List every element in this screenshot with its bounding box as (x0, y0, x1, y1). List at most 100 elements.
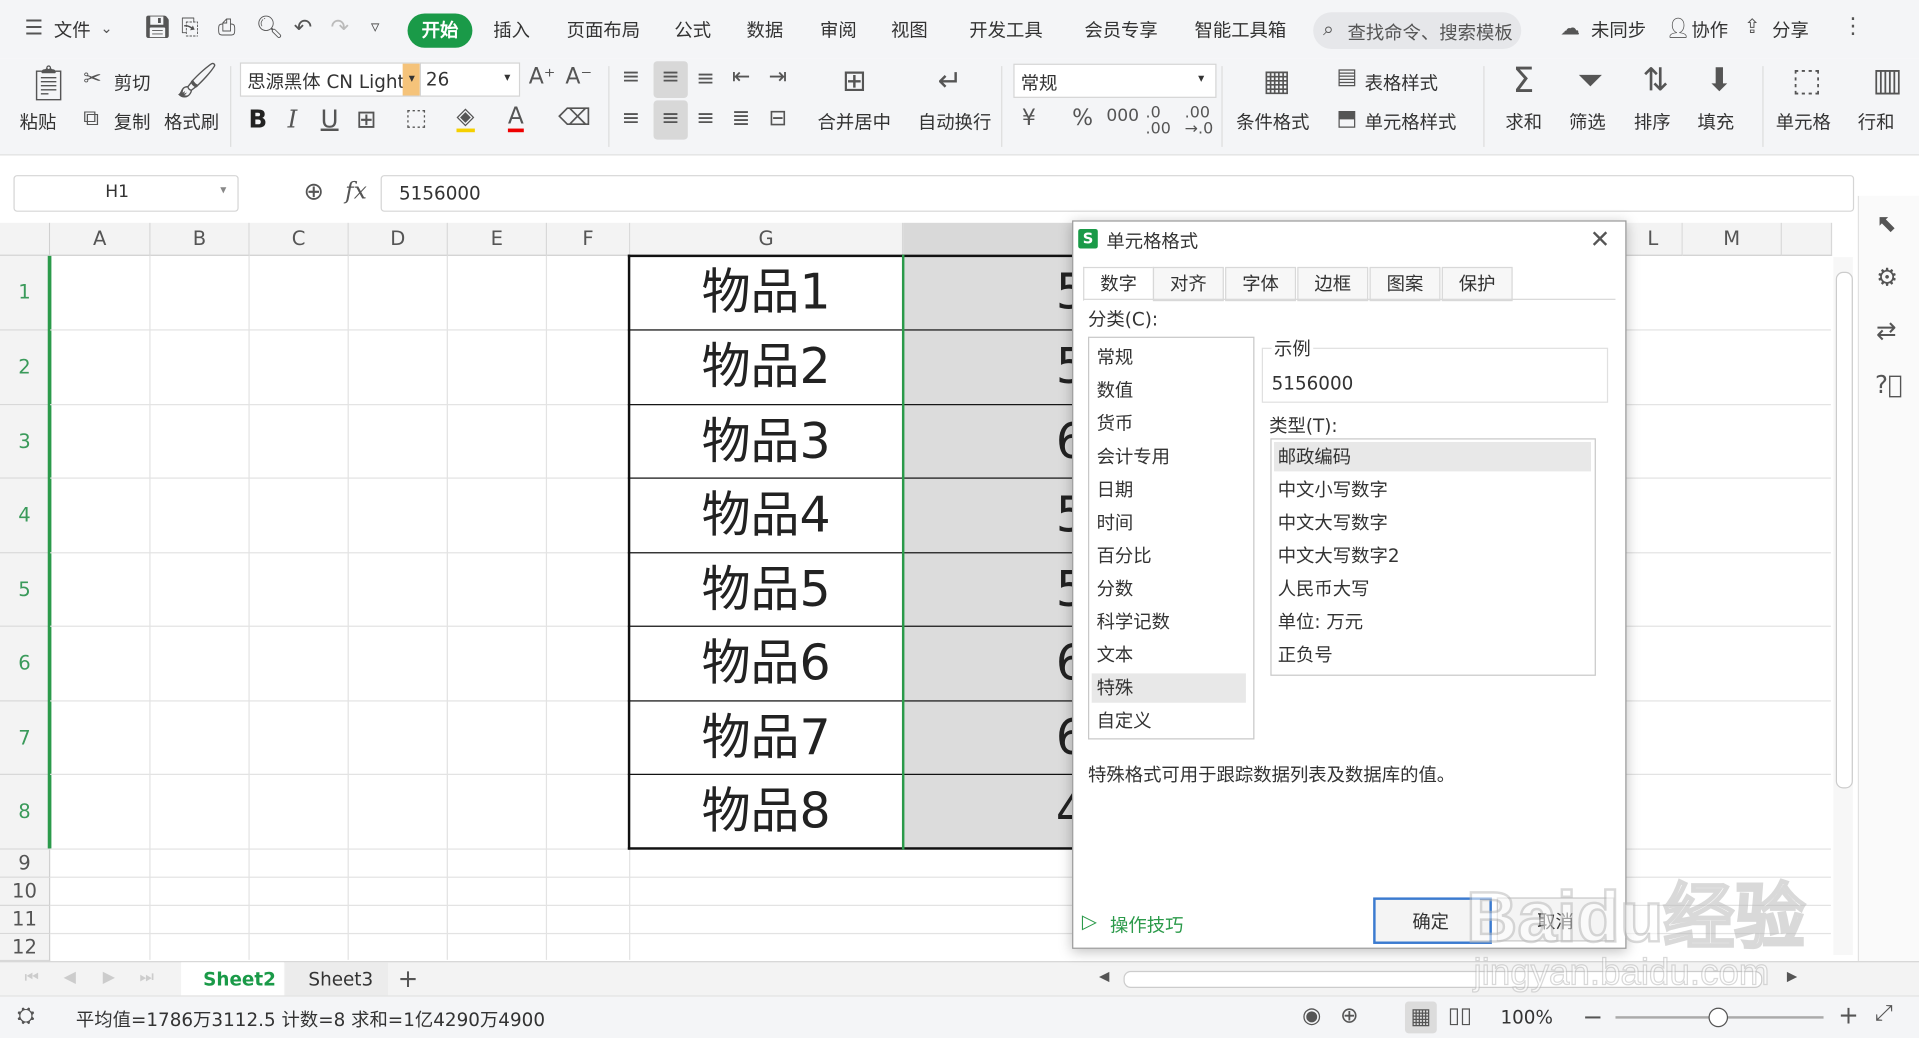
tab-insert[interactable]: 插入 (493, 17, 530, 43)
scissors-icon[interactable]: ✂ (83, 68, 101, 91)
indent-decrease-icon[interactable]: ⇤ (732, 66, 750, 88)
zoom-in-icon[interactable]: + (1838, 1003, 1859, 1027)
category-item[interactable]: 数值 (1097, 376, 1246, 405)
row-col-button[interactable]: 行和 (1858, 109, 1895, 135)
scroll-left-icon[interactable]: ◀ (1099, 970, 1109, 983)
cell-g5[interactable]: 物品5 (630, 553, 902, 626)
redo-icon[interactable]: ↷ (330, 17, 348, 39)
category-item[interactable]: 自定义 (1097, 706, 1246, 735)
align-right-icon[interactable]: ≡ (696, 107, 714, 130)
row-header-11[interactable]: 11 (0, 905, 51, 935)
distributed-icon[interactable]: ⊟ (769, 107, 787, 130)
sync-status[interactable]: 未同步 (1591, 17, 1646, 43)
collab-button[interactable]: 协作 (1691, 17, 1728, 43)
type-item[interactable]: 单位: 万元 (1278, 607, 1591, 636)
row-header-4[interactable]: 4 (0, 478, 51, 554)
chevron-down-icon[interactable]: ▾ (504, 71, 510, 84)
column-header-b[interactable]: B (150, 222, 250, 256)
category-item[interactable]: 文本 (1097, 640, 1246, 669)
zoom-search-icon[interactable]: ⊕ (304, 179, 325, 203)
sheet-tab-sheet3[interactable]: Sheet3 (285, 962, 388, 997)
sum-icon[interactable]: Σ (1513, 63, 1535, 98)
chevron-down-icon[interactable]: ▾ (402, 63, 422, 96)
tab-view[interactable]: 视图 (891, 17, 928, 43)
search-input[interactable]: ⌕ 查找命令、搜索模板 (1313, 12, 1522, 49)
chevron-down-icon[interactable]: ▾ (220, 184, 226, 197)
table-style-icon[interactable]: ▤ (1336, 66, 1357, 88)
cell-style-painter-icon[interactable]: ⬚ (405, 106, 427, 130)
column-header-f[interactable]: F (547, 222, 631, 256)
zoom-out-icon[interactable]: − (1582, 1004, 1603, 1028)
tab-protection[interactable]: 保护 (1441, 266, 1513, 302)
last-sheet-icon[interactable]: ⏭ (140, 970, 154, 986)
row-header-7[interactable]: 7 (0, 701, 51, 775)
first-sheet-icon[interactable]: ⏮ (24, 970, 38, 986)
column-header-a[interactable]: A (50, 222, 151, 256)
add-sheet-button[interactable]: + (398, 964, 419, 993)
tips-link[interactable]: 操作技巧 (1110, 912, 1183, 938)
category-item[interactable]: 日期 (1097, 475, 1246, 504)
align-middle-icon[interactable]: ≡ (653, 61, 688, 98)
underline-icon[interactable]: U (321, 107, 339, 131)
category-item[interactable]: 时间 (1097, 508, 1246, 537)
type-item[interactable]: 中文小写数字 (1278, 475, 1591, 504)
next-sheet-icon[interactable]: ▶ (103, 970, 115, 986)
row-header-8[interactable]: 8 (0, 774, 51, 850)
page-layout-view-icon[interactable]: ▯▯ (1448, 1005, 1472, 1027)
cell-g6[interactable]: 物品6 (630, 627, 902, 700)
type-item[interactable]: 中文大写数字2 (1278, 541, 1591, 570)
cell-g1[interactable]: 物品1 (630, 256, 902, 329)
align-center-icon[interactable]: ≡ (653, 100, 688, 140)
category-item[interactable]: 会计专用 (1097, 442, 1246, 471)
undo-icon[interactable]: ↶ (294, 17, 312, 39)
tab-pattern[interactable]: 图案 (1369, 266, 1441, 302)
format-painter-icon[interactable]: 🖌︎ (175, 63, 219, 98)
tab-page-layout[interactable]: 页面布局 (567, 17, 640, 43)
cell-g8[interactable]: 物品8 (630, 775, 902, 848)
align-bottom-icon[interactable]: ≡ (696, 68, 714, 91)
tab-font[interactable]: 字体 (1225, 266, 1297, 302)
column-header-l[interactable]: L (1624, 222, 1683, 256)
fullscreen-icon[interactable]: ⤢ (1875, 1002, 1893, 1025)
decrease-font-icon[interactable]: A⁻ (565, 66, 592, 88)
fx-label[interactable]: fx (345, 178, 367, 205)
clear-format-icon[interactable]: ⌫ (558, 106, 591, 130)
font-color-icon[interactable]: A (507, 105, 524, 133)
number-format-select[interactable]: 常规 ▾ (1013, 63, 1217, 98)
save-icon[interactable]: 💾︎ (143, 17, 171, 39)
cell-icon[interactable]: ⬚ (1792, 65, 1822, 97)
paste-icon[interactable]: 📋︎ (27, 66, 71, 100)
cell-g3[interactable]: 物品3 (630, 405, 902, 478)
cell-g7[interactable]: 物品7 (630, 702, 902, 775)
customize-dropdown-icon[interactable]: ▿ (371, 18, 380, 35)
print-icon[interactable]: ⎙ (218, 17, 236, 39)
conditional-format-button[interactable]: 条件格式 (1236, 109, 1309, 135)
row-header-2[interactable]: 2 (0, 330, 51, 406)
scrollbar-thumb[interactable] (1835, 271, 1853, 789)
sort-icon[interactable]: ⇅ (1642, 65, 1669, 97)
column-header-c[interactable]: C (249, 222, 349, 256)
copy-icon[interactable]: ⧉ (83, 107, 99, 130)
tips-play-icon[interactable]: ▷ (1082, 912, 1097, 932)
tab-border[interactable]: 边框 (1297, 266, 1369, 302)
italic-icon[interactable]: I (288, 107, 298, 131)
chevron-down-icon[interactable]: ▾ (1198, 72, 1204, 85)
decrease-decimal-icon[interactable]: .00 →.0 (1185, 105, 1214, 137)
align-left-icon[interactable]: ≡ (622, 107, 640, 130)
close-icon[interactable]: ✕ (1590, 226, 1611, 250)
eye-protection-icon[interactable]: ◉ (1302, 1005, 1321, 1027)
currency-icon[interactable]: ¥ (1022, 107, 1036, 130)
macro-icon[interactable]: ⛭ (17, 1005, 35, 1027)
tab-data[interactable]: 数据 (747, 17, 784, 43)
type-list[interactable]: 邮政编码 中文小写数字 中文大写数字 中文大写数字2 人民币大写 单位: 万元 … (1270, 438, 1596, 676)
type-item[interactable]: 正负号 (1278, 640, 1591, 669)
filter-button[interactable]: 筛选 (1569, 109, 1606, 135)
cut-button[interactable]: 剪切 (114, 70, 151, 96)
zoom-slider-handle[interactable] (1708, 1007, 1729, 1028)
normal-view-icon[interactable]: ▦ (1404, 1001, 1437, 1034)
increase-font-icon[interactable]: A⁺ (529, 66, 556, 88)
format-painter-button[interactable]: 格式刷 (164, 109, 219, 135)
help-icon[interactable]: ?⃝ (1875, 372, 1903, 396)
table-style-button[interactable]: 表格样式 (1365, 70, 1438, 96)
fill-icon[interactable]: ⬇ (1706, 65, 1733, 97)
